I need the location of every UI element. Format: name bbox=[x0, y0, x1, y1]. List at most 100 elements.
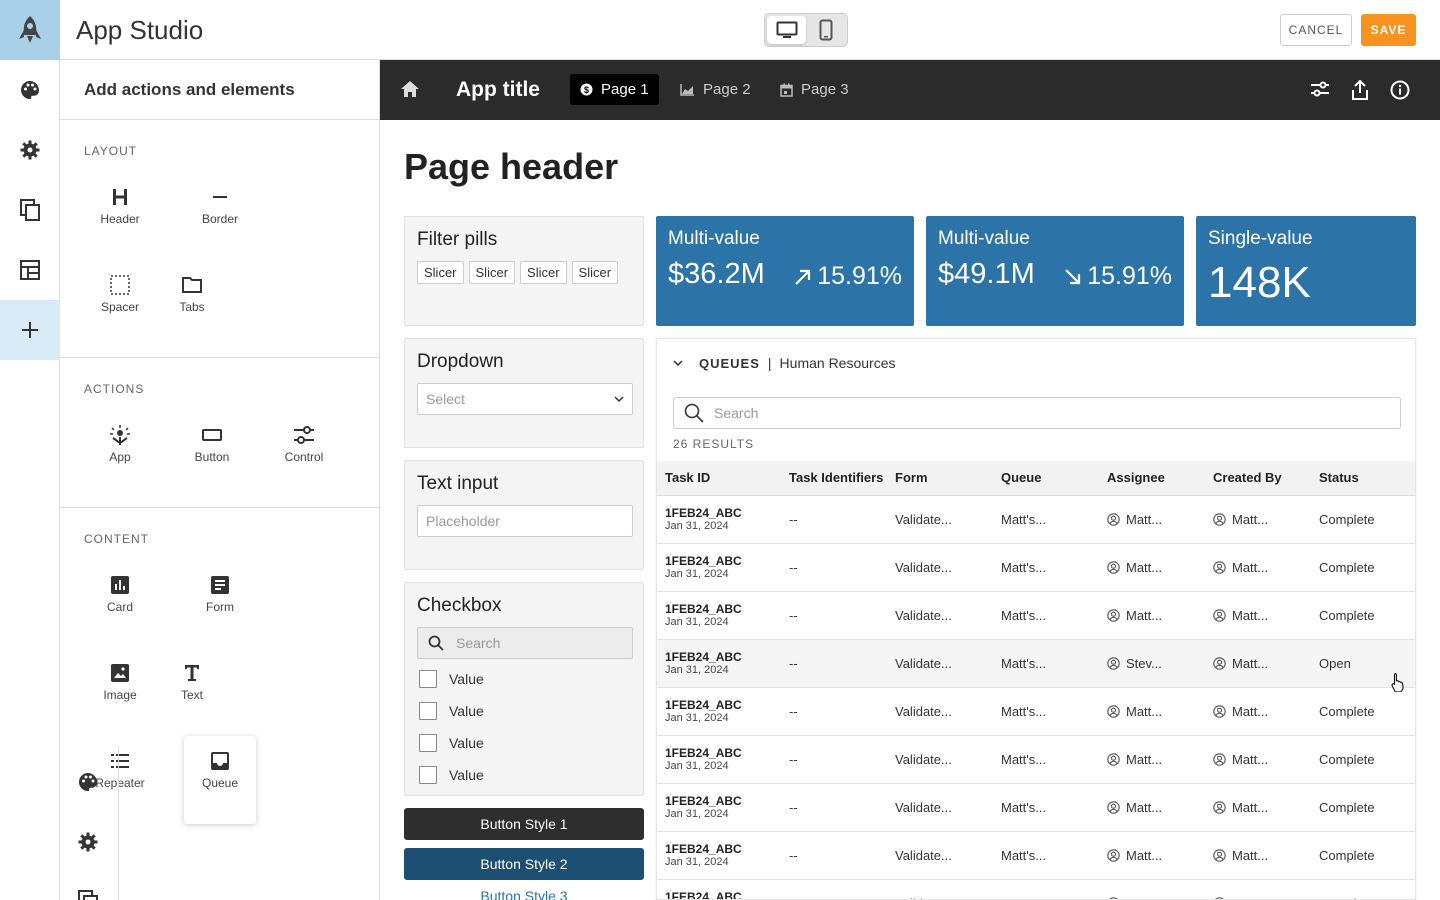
column-header[interactable]: Task Identifiers bbox=[781, 461, 887, 496]
rail-theme-button[interactable] bbox=[0, 60, 60, 120]
checkbox-option[interactable]: Value bbox=[417, 663, 631, 695]
tab-page-2[interactable]: Page 2 bbox=[670, 74, 761, 105]
user-circle-icon bbox=[1107, 560, 1120, 574]
arrow-up-right-icon bbox=[795, 269, 811, 285]
kpi-title: Multi-value bbox=[668, 228, 760, 249]
checkbox-search-input[interactable]: Search bbox=[417, 627, 633, 659]
info-button[interactable] bbox=[1390, 80, 1410, 100]
tab-page-3[interactable]: Page 3 bbox=[770, 74, 859, 105]
share-button[interactable] bbox=[1351, 80, 1369, 100]
checkbox[interactable] bbox=[419, 734, 437, 752]
button-tile[interactable]: Button bbox=[176, 410, 248, 498]
text-input-field[interactable]: Placeholder bbox=[417, 505, 633, 537]
table-row[interactable]: 1FEB24_ABCJan 31, 2024--Validate...Matt'… bbox=[657, 831, 1415, 880]
results-count: 26 RESULTS bbox=[673, 437, 755, 451]
lower-theme-button[interactable] bbox=[78, 772, 98, 792]
form-cell: Validate... bbox=[887, 783, 993, 832]
list-icon bbox=[111, 754, 129, 768]
slicer-pill[interactable]: Slicer bbox=[468, 261, 516, 284]
checkbox[interactable] bbox=[419, 766, 437, 784]
checkbox[interactable] bbox=[419, 702, 437, 720]
status-cell: Complete bbox=[1311, 495, 1415, 544]
person-name: Matt... bbox=[1126, 751, 1163, 767]
home-button[interactable] bbox=[400, 80, 420, 98]
app-tile[interactable]: App bbox=[84, 410, 156, 498]
cancel-button[interactable]: CANCEL bbox=[1280, 14, 1352, 46]
table-row[interactable]: 1FEB24_ABCJan 31, 2024--Validate...Matt'… bbox=[657, 783, 1415, 832]
table-header-row: Task ID Task Identifiers Form Queue Assignee… bbox=[657, 461, 1415, 496]
table-row[interactable]: 1FEB24_ABCJan 31, 2024--Validate...Matt'… bbox=[657, 639, 1415, 688]
spacer-tile[interactable]: Spacer bbox=[84, 260, 156, 348]
table-row[interactable]: 1FEB24_ABCJan 31, 2024--Validate...Matt'… bbox=[657, 495, 1415, 544]
checkbox-option[interactable]: Value bbox=[417, 727, 631, 759]
table-row[interactable]: 1FEB24_ABCJan 31, 2024--Validate...Matt'… bbox=[657, 591, 1415, 640]
save-button[interactable]: SAVE bbox=[1361, 14, 1416, 46]
dollar-circle-icon: $ bbox=[580, 83, 593, 96]
layout-section: LAYOUT Header Border Spacer Tabs bbox=[60, 120, 379, 358]
slicer-pill[interactable]: Slicer bbox=[571, 261, 619, 284]
plus-icon bbox=[22, 322, 38, 338]
desktop-view-button[interactable] bbox=[767, 16, 806, 44]
column-header[interactable]: Task ID bbox=[657, 461, 781, 496]
slicer-pill[interactable]: Slicer bbox=[417, 261, 464, 284]
lower-pages-button[interactable] bbox=[78, 890, 98, 900]
tab-page-1[interactable]: $ Page 1 bbox=[570, 74, 659, 105]
assignee-cell: Matt... bbox=[1099, 543, 1205, 592]
queue-tile[interactable]: Queue bbox=[184, 736, 256, 824]
person-name: Matt... bbox=[1126, 799, 1163, 815]
column-header[interactable]: Assignee bbox=[1099, 461, 1205, 496]
mobile-view-button[interactable] bbox=[806, 16, 845, 44]
status-cell: Complete bbox=[1311, 591, 1415, 640]
chevron-down-icon[interactable] bbox=[673, 360, 683, 366]
table-row[interactable]: 1FEB24_ABCJan 31, 2024--Validate...Matt'… bbox=[657, 879, 1415, 899]
queue-cell: Matt's... bbox=[993, 879, 1099, 899]
queue-search-input[interactable]: Search bbox=[673, 397, 1401, 429]
rocket-logo-icon[interactable] bbox=[0, 0, 60, 60]
button-style-1[interactable]: Button Style 1 bbox=[404, 808, 644, 840]
user-circle-icon bbox=[1213, 512, 1226, 526]
lower-settings-button[interactable] bbox=[78, 832, 98, 852]
table-row[interactable]: 1FEB24_ABCJan 31, 2024--Validate...Matt'… bbox=[657, 543, 1415, 592]
created-by-cell: Matt... bbox=[1205, 591, 1311, 640]
button-icon bbox=[202, 429, 222, 441]
top-bar: App Studio CANCEL SAVE bbox=[0, 0, 1440, 60]
task-id: 1FEB24_ABC bbox=[665, 602, 742, 616]
table-row[interactable]: 1FEB24_ABCJan 31, 2024--Validate...Matt'… bbox=[657, 687, 1415, 736]
assignee-cell: Stev... bbox=[1099, 639, 1205, 688]
rail-pages-button[interactable] bbox=[0, 180, 60, 240]
checkbox-option[interactable]: Value bbox=[417, 695, 631, 727]
form-tile[interactable]: Form bbox=[184, 560, 256, 648]
user-circle-icon bbox=[1107, 656, 1120, 670]
filters-button[interactable] bbox=[1310, 80, 1330, 98]
device-toggle bbox=[764, 13, 848, 47]
tabs-tile[interactable]: Tabs bbox=[156, 260, 228, 348]
person-name: Matt... bbox=[1126, 847, 1163, 863]
column-header[interactable]: Created By bbox=[1205, 461, 1311, 496]
slicer-pill[interactable]: Slicer bbox=[520, 261, 567, 284]
card-tile[interactable]: Card bbox=[84, 560, 156, 648]
button-style-2[interactable]: Button Style 2 bbox=[404, 848, 644, 880]
app-icon bbox=[110, 425, 130, 445]
control-tile[interactable]: Control bbox=[268, 410, 340, 498]
rail-layout-button[interactable] bbox=[0, 240, 60, 300]
rail-add-button[interactable] bbox=[0, 300, 60, 360]
created-by-cell: Matt... bbox=[1205, 879, 1311, 899]
header-tile[interactable]: Header bbox=[84, 172, 156, 260]
border-tile[interactable]: Border bbox=[184, 172, 256, 260]
rail-settings-button[interactable] bbox=[0, 120, 60, 180]
created-by-cell: Matt... bbox=[1205, 831, 1311, 880]
column-header[interactable]: Queue bbox=[993, 461, 1099, 496]
column-header[interactable]: Form bbox=[887, 461, 993, 496]
table-row[interactable]: 1FEB24_ABCJan 31, 2024--Validate...Matt'… bbox=[657, 735, 1415, 784]
column-header[interactable]: Status bbox=[1311, 461, 1415, 496]
button-style-3[interactable]: Button Style 3 bbox=[404, 888, 644, 900]
task-id: 1FEB24_ABC bbox=[665, 506, 742, 520]
checkbox-option[interactable]: Value bbox=[417, 759, 631, 791]
dropdown-select[interactable]: Select bbox=[417, 383, 633, 415]
image-tile[interactable]: Image bbox=[84, 648, 156, 736]
checkbox[interactable] bbox=[419, 670, 437, 688]
section-title: LAYOUT bbox=[84, 144, 138, 158]
person-name: Matt... bbox=[1126, 511, 1163, 527]
text-tile[interactable]: Text bbox=[156, 648, 228, 736]
created-by-cell: Matt... bbox=[1205, 687, 1311, 736]
